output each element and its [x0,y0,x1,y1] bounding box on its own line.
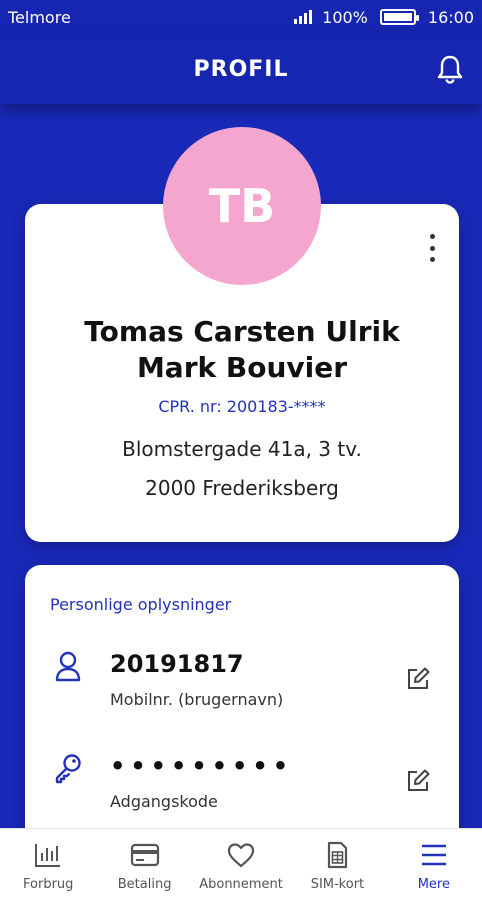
nav-forbrug[interactable]: Forbrug [0,829,96,900]
edit-phone-icon[interactable] [405,666,431,692]
nav-label: Mere [417,877,450,892]
user-name-line1: Tomas Carsten Ulrik [84,315,400,348]
phone-row: 20191817 Mobilnr. (brugernavn) [25,650,459,730]
sim-card-icon [328,841,348,869]
nav-label: SIM-kort [310,877,365,892]
avatar: TB [163,127,321,285]
app-header: PROFIL [0,34,482,104]
nav-mere[interactable]: Mere [386,829,482,900]
nav-abonnement[interactable]: Abonnement [193,829,289,900]
carrier-name: Telmore [8,7,71,27]
phone-number: 20191817 [110,650,244,678]
status-bar: Telmore 100% 16:00 [0,0,482,34]
address-street: Blomstergade 41a, 3 tv. [122,437,362,461]
heart-icon [227,843,255,868]
nav-label: Abonnement [199,877,283,892]
personal-info-card: Personlige oplysninger 20191817 Mobilnr.… [25,565,459,865]
cpr-number: CPR. nr: 200183-**** [158,397,326,416]
battery-icon [379,9,419,25]
password-value: ••••••••• [110,752,294,780]
status-right: 100% 16:00 [294,8,474,27]
user-name: Tomas Carsten Ulrik Mark Bouvier [25,314,459,386]
credit-card-icon [130,843,159,867]
phone-label: Mobilnr. (brugernavn) [110,690,284,709]
page-title: PROFIL [193,56,289,82]
nav-label: Betaling [117,877,172,892]
user-name-line2: Mark Bouvier [136,351,348,384]
password-label: Adgangskode [110,792,218,811]
nav-betaling[interactable]: Betaling [96,829,192,900]
nav-label: Forbrug [23,877,74,892]
nav-sim-kort[interactable]: SIM-kort [289,829,385,900]
bottom-navigation: Forbrug Betaling Abonnement SIM-kort Mer… [0,828,482,900]
signal-icon [294,10,313,24]
key-icon [55,754,81,784]
address-city: 2000 Frederiksberg [145,476,339,500]
bell-icon[interactable] [436,54,464,84]
user-icon [55,651,81,682]
more-options-icon[interactable] [425,234,439,262]
clock: 16:00 [427,7,474,27]
password-row: ••••••••• Adgangskode [25,752,459,832]
bar-chart-icon [35,844,61,867]
battery-percent: 100% [322,7,368,27]
menu-icon [421,844,446,866]
section-title: Personlige oplysninger [50,595,232,614]
edit-password-icon[interactable] [405,768,431,794]
